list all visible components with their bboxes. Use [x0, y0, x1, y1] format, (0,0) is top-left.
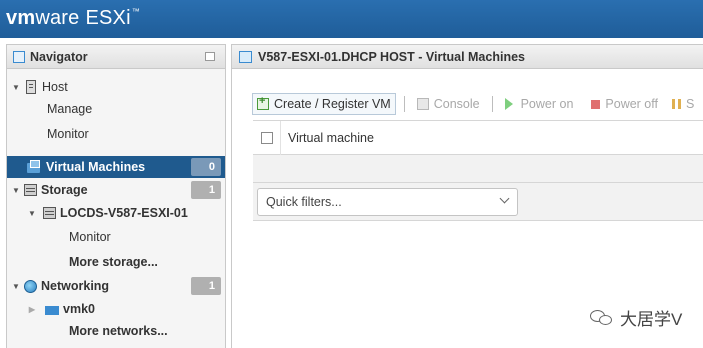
vm-icon — [27, 160, 40, 173]
nav-item-networking[interactable]: ▼ Networking 1 — [7, 275, 225, 297]
navigator-title: Navigator — [30, 49, 88, 64]
grid-body — [253, 155, 703, 183]
collapse-panel-icon[interactable] — [205, 52, 215, 61]
nav-item-label: Networking — [41, 279, 110, 293]
column-header-virtual-machine[interactable]: Virtual machine — [281, 131, 374, 145]
nav-item-vmk0[interactable]: ▶ vmk0 — [7, 298, 225, 320]
vmware-esxi-logo: vmware ESXi™ — [6, 7, 140, 29]
vm-toolbar: Create / Register VM Console Power on Po… — [252, 93, 698, 115]
nav-item-label: More storage... — [69, 255, 158, 269]
select-all-cell — [253, 120, 281, 155]
virtual-machines-icon — [239, 50, 252, 63]
expand-caret-icon[interactable]: ▼ — [11, 282, 21, 291]
nav-item-monitor[interactable]: Monitor — [7, 123, 225, 145]
expand-caret-icon[interactable]: ▼ — [11, 83, 21, 92]
nav-item-label: Monitor — [69, 230, 111, 244]
nav-item-storage[interactable]: ▼ Storage 1 — [7, 179, 225, 201]
watermark-text: 大居学V — [620, 310, 683, 329]
nav-item-label: Virtual Machines — [46, 160, 146, 174]
count-badge: 0 — [191, 158, 221, 176]
count-badge: 1 — [191, 277, 221, 295]
expand-caret-icon[interactable]: ▼ — [11, 186, 21, 195]
network-icon — [24, 279, 37, 293]
toolbar-divider — [491, 96, 493, 112]
nav-item-label: vmk0 — [63, 302, 95, 316]
watermark: 大居学V — [590, 305, 682, 330]
app-header: vmware ESXi™ — [0, 0, 703, 38]
datastore-icon — [43, 207, 56, 219]
select-all-checkbox[interactable] — [260, 131, 273, 144]
nav-item-label: Monitor — [47, 127, 89, 141]
vm-grid: Virtual machine Quick filters... — [253, 120, 703, 221]
nav-item-virtual-machines[interactable]: Virtual Machines 0 — [7, 156, 225, 178]
navigator-icon — [13, 50, 25, 63]
nav-item-more-storage[interactable]: More storage... — [7, 251, 225, 273]
grid-header: Virtual machine — [253, 120, 703, 155]
host-icon — [26, 80, 36, 94]
toolbar-divider — [403, 96, 405, 112]
chevron-down-icon — [499, 193, 510, 204]
console-button[interactable]: Console — [413, 93, 484, 115]
quick-filters-select[interactable]: Quick filters... — [257, 188, 518, 216]
count-badge: 1 — [191, 181, 221, 199]
collapsed-caret-icon[interactable]: ▶ — [27, 305, 37, 314]
navigator-header: Navigator — [7, 45, 225, 69]
suspend-button[interactable]: S — [668, 93, 698, 115]
pause-icon — [671, 99, 681, 109]
storage-icon — [24, 184, 37, 196]
nic-icon — [45, 305, 59, 315]
page-title: V587-ESXI-01.DHCP HOST - Virtual Machine… — [258, 49, 525, 64]
create-vm-icon — [257, 95, 269, 110]
nav-item-label: Host — [42, 80, 68, 94]
expand-caret-icon[interactable]: ▼ — [27, 209, 37, 218]
power-off-button[interactable]: Power off — [587, 93, 662, 115]
nav-item-manage[interactable]: Manage — [7, 98, 225, 120]
nav-item-label: Manage — [47, 102, 93, 116]
nav-item-more-networks[interactable]: More networks... — [7, 320, 225, 342]
stop-icon — [591, 99, 601, 109]
power-on-button[interactable]: Power on — [501, 93, 578, 115]
nav-item-label: Storage — [41, 183, 88, 197]
nav-item-label: LOCDS-V587-ESXI-01 — [60, 206, 188, 220]
main-panel: V587-ESXI-01.DHCP HOST - Virtual Machine… — [231, 44, 703, 348]
play-icon — [504, 98, 513, 110]
wechat-icon — [590, 308, 614, 328]
nav-item-datastore[interactable]: ▼ LOCDS-V587-ESXI-01 — [7, 202, 225, 224]
nav-item-host[interactable]: ▼ Host — [7, 76, 225, 98]
grid-footer: Quick filters... — [253, 183, 703, 221]
console-icon — [416, 98, 429, 110]
main-header: V587-ESXI-01.DHCP HOST - Virtual Machine… — [232, 45, 703, 69]
create-register-vm-button[interactable]: Create / Register VM — [252, 93, 396, 115]
nav-item-label: More networks... — [69, 324, 168, 338]
nav-item-datastore-monitor[interactable]: Monitor — [7, 226, 225, 248]
navigator-panel: Navigator ▼ Host Manage Monitor Virtual … — [6, 44, 226, 348]
